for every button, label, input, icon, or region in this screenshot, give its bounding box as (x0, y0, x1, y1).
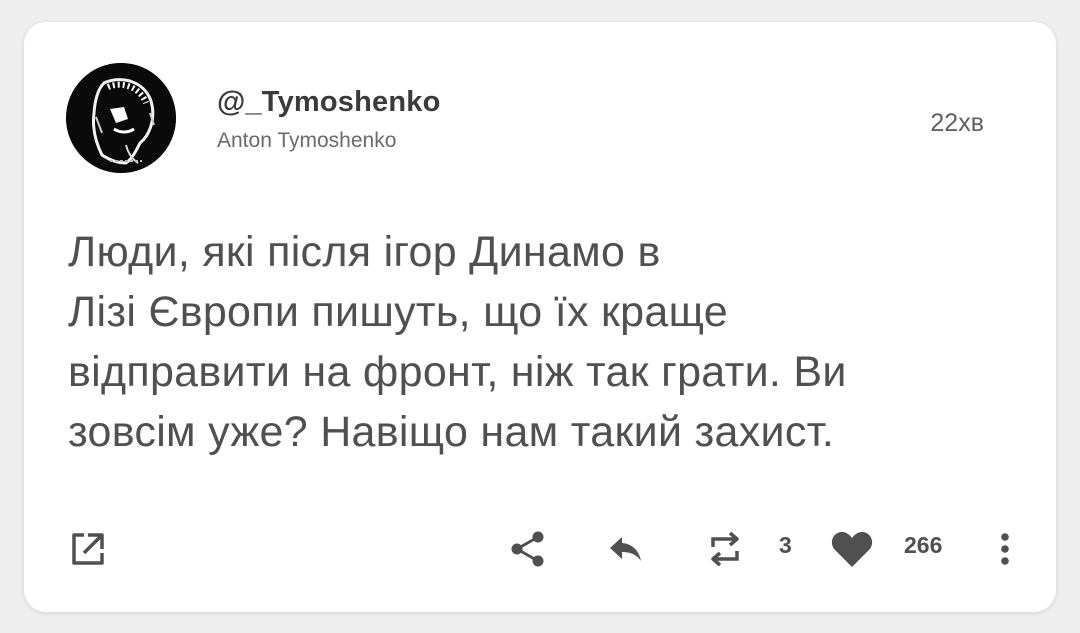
retweet-icon (711, 531, 739, 567)
tweet-text-line: Люди, які після ігор Динамо в (68, 228, 661, 276)
share-button[interactable] (504, 527, 552, 571)
open-external-button[interactable] (64, 527, 112, 571)
tweet-card: @_Tymoshenko Anton Tymoshenko 22хв Люди,… (24, 22, 1056, 612)
retweet-count: 3 (779, 532, 792, 558)
tweet-text-line: відправити на фронт, ніж так грати. Ви (68, 348, 847, 396)
reply-button[interactable] (602, 527, 650, 571)
user-handle[interactable]: @_Tymoshenko (217, 86, 441, 119)
retweet-button[interactable] (701, 527, 749, 571)
like-button[interactable] (826, 527, 878, 571)
more-button[interactable] (990, 527, 1020, 571)
more-vertical-icon (1001, 533, 1009, 565)
tweet-text-line: Лізі Європи пишуть, що їх краще (68, 288, 729, 336)
avatar[interactable] (66, 63, 176, 173)
share-icon (511, 531, 544, 567)
tweet-text-line: зовсім уже? Навіщо нам такий захист. (68, 408, 835, 456)
display-name[interactable]: Anton Tymoshenko (217, 129, 396, 153)
tweet-timestamp: 22хв (930, 109, 984, 137)
tweet-text: Люди, які після ігор Динамо в Лізі Європ… (68, 222, 1018, 462)
reply-icon (610, 537, 641, 561)
like-count: 266 (904, 532, 943, 558)
open-external-icon (72, 533, 104, 565)
heart-icon (831, 531, 873, 567)
